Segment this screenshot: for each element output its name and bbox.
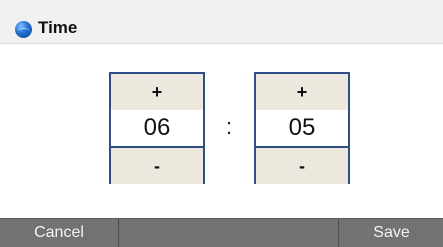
hours-value: 06 bbox=[111, 110, 203, 146]
time-separator: : bbox=[226, 114, 233, 139]
cancel-button[interactable]: Cancel bbox=[0, 219, 119, 247]
minutes-increment-button[interactable]: + bbox=[256, 74, 348, 112]
hours-increment-button[interactable]: + bbox=[111, 74, 203, 112]
minutes-decrement-button[interactable]: - bbox=[256, 146, 348, 184]
save-button[interactable]: Save bbox=[338, 219, 443, 247]
dialog-title: Time bbox=[38, 18, 78, 37]
dialog-header: Time bbox=[0, 0, 443, 44]
minutes-value: 05 bbox=[256, 110, 348, 146]
hours-decrement-button[interactable]: - bbox=[111, 146, 203, 184]
dialog-footer: Cancel Save bbox=[0, 218, 443, 247]
globe-icon bbox=[15, 21, 32, 38]
minutes-stepper: + 05 - bbox=[254, 72, 350, 184]
hours-stepper: + 06 - bbox=[109, 72, 205, 184]
